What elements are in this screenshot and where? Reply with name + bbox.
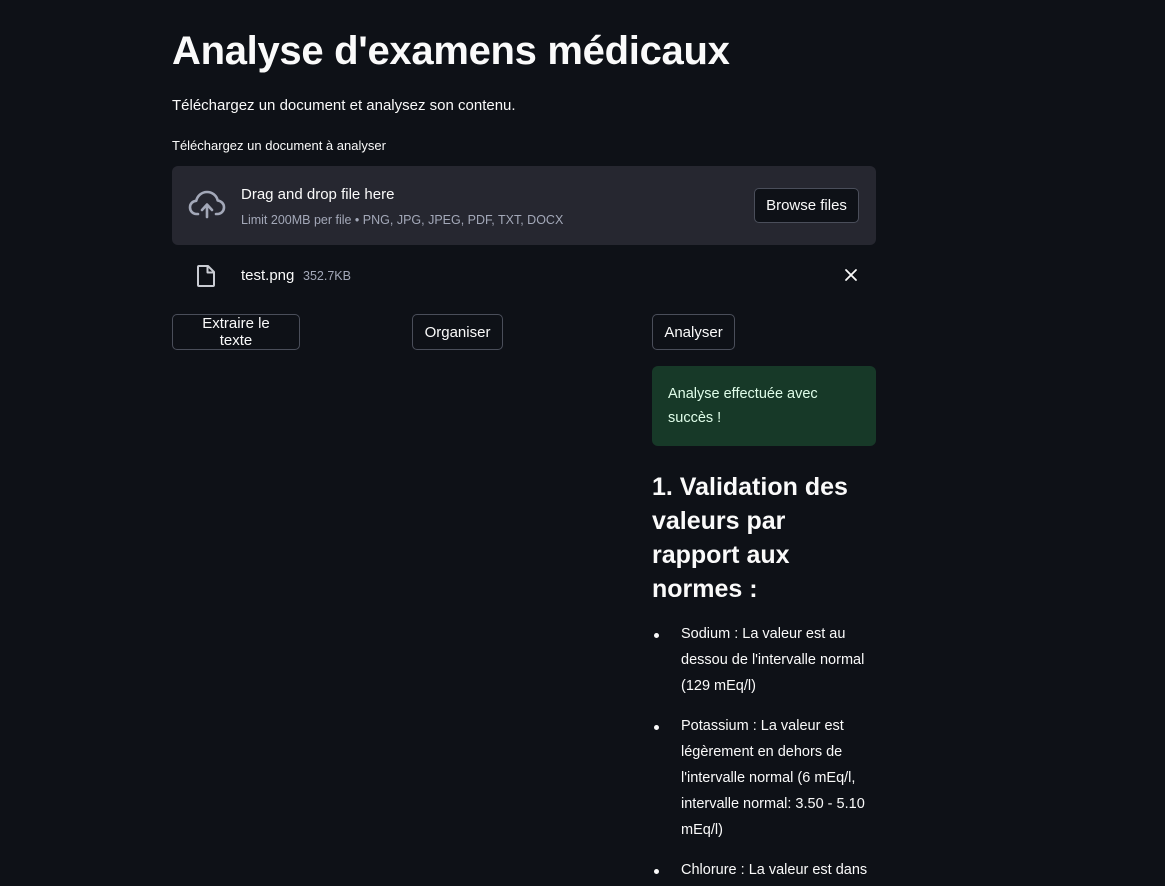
list-item-text: Sodium : La valeur est au dessou de l'in… — [681, 626, 865, 694]
bullet-point — [654, 633, 659, 638]
list-item: Chlorure : La valeur est dans — [652, 858, 892, 884]
result-list: Sodium : La valeur est au dessou de l'in… — [652, 622, 892, 886]
analyse-button[interactable]: Analyser — [652, 314, 735, 350]
extract-text-button[interactable]: Extraire le texte — [172, 314, 300, 350]
remove-file-button[interactable] — [840, 264, 862, 286]
list-item-text: Potassium : La valeur est légèrement en … — [681, 718, 865, 838]
organise-button[interactable]: Organiser — [412, 314, 503, 350]
bullet-point — [654, 725, 659, 731]
list-item-text: Chlorure : La valeur est dans — [681, 862, 868, 879]
file-icon — [197, 265, 215, 287]
uploaded-file-size: 352.7KB — [303, 269, 351, 283]
list-item: Sodium : La valeur est au dessou de l'in… — [652, 622, 892, 699]
close-icon — [845, 269, 857, 281]
list-item: Potassium : La valeur est légèrement en … — [652, 714, 892, 843]
page-subtitle: Téléchargez un document et analysez son … — [172, 97, 516, 114]
page-title: Analyse d'examens médicaux — [172, 29, 730, 73]
file-dropzone[interactable]: Drag and drop file here Limit 200MB per … — [172, 166, 876, 245]
cloud-upload-icon — [188, 190, 226, 219]
result-heading: 1. Validation des valeurs par rapport au… — [652, 473, 848, 603]
browse-files-button[interactable]: Browse files — [754, 188, 859, 223]
dropzone-instructions: Drag and drop file here — [241, 186, 395, 203]
success-alert: Analyse effectuée avec succès ! — [652, 366, 876, 446]
dropzone-file-limit: Limit 200MB per file • PNG, JPG, JPEG, P… — [241, 213, 564, 227]
uploaded-file-name: test.png — [241, 267, 295, 284]
uploaded-file-item: test.png 352.7KB — [172, 255, 876, 295]
app-main: Analyse d'examens médicaux Téléchargez u… — [0, 0, 1165, 886]
bullet-point — [654, 869, 659, 875]
file-uploader-label: Téléchargez un document à analyser — [172, 138, 386, 153]
